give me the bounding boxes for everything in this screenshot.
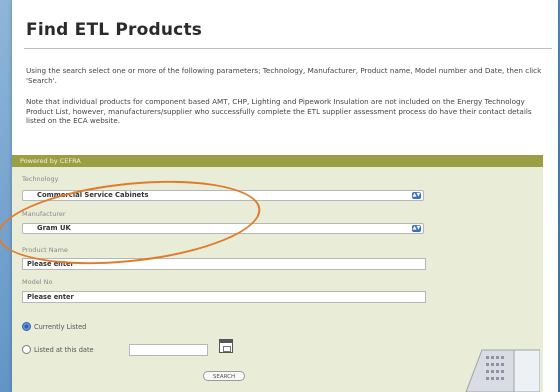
note-text: Note that individual products for compon… [26,97,532,126]
appliance-graphic [465,349,540,392]
page-title: Find ETL Products [26,20,203,40]
intro-text: Using the search select one or more of t… [26,66,542,85]
search-button[interactable]: SEARCH [203,371,245,381]
currently-listed-label: Currently Listed [34,323,87,331]
listed-at-date-label: Listed at this date [34,346,94,354]
calendar-icon[interactable] [219,339,233,353]
title-divider [24,48,552,49]
currently-listed-radio[interactable] [22,322,31,331]
date-input[interactable] [129,344,208,356]
listed-at-date-radio[interactable] [22,345,31,354]
dropdown-arrow-icon[interactable]: ▲▼ [412,192,421,199]
form-header: Powered by CEFRA [12,155,543,167]
technology-label: Technology [22,175,59,183]
model-no-input[interactable]: Please enter [22,291,426,303]
model-no-label: Model No [22,278,53,286]
dropdown-arrow-icon[interactable]: ▲▼ [412,225,421,232]
